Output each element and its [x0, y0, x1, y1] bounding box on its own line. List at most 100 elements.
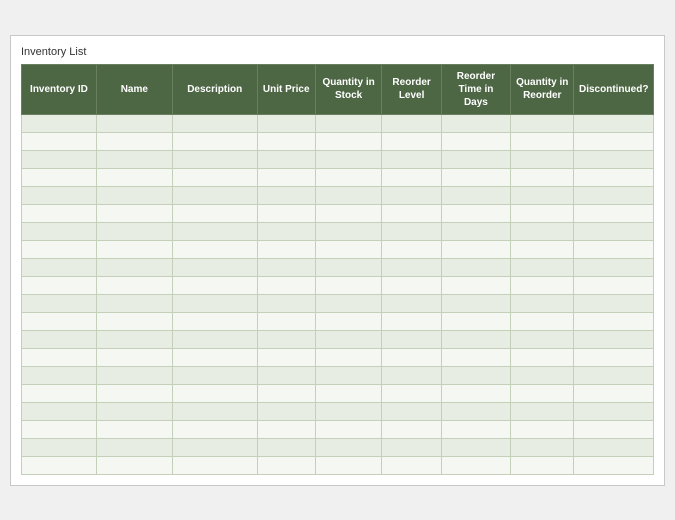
cell-qty-reorder [511, 168, 574, 186]
col-header-qty-reorder: Quantity in Reorder [511, 64, 574, 114]
table-row [22, 186, 654, 204]
cell-unit-price [257, 186, 315, 204]
cell-unit-price [257, 312, 315, 330]
cell-discontinued [574, 438, 654, 456]
table-row [22, 438, 654, 456]
cell-reorder-time [441, 240, 510, 258]
cell-discontinued [574, 222, 654, 240]
table-row [22, 384, 654, 402]
cell-unit-price [257, 420, 315, 438]
cell-inventory-id [22, 366, 97, 384]
table-row [22, 168, 654, 186]
cell-qty-reorder [511, 114, 574, 132]
cell-name [96, 150, 172, 168]
cell-inventory-id [22, 258, 97, 276]
table-row [22, 132, 654, 150]
cell-qty-stock [315, 456, 382, 474]
cell-description [172, 222, 257, 240]
table-row [22, 114, 654, 132]
cell-reorder-level [382, 132, 441, 150]
cell-inventory-id [22, 276, 97, 294]
cell-discontinued [574, 420, 654, 438]
cell-reorder-level [382, 114, 441, 132]
cell-reorder-time [441, 150, 510, 168]
cell-reorder-level [382, 186, 441, 204]
cell-name [96, 348, 172, 366]
table-row [22, 456, 654, 474]
cell-reorder-level [382, 420, 441, 438]
cell-qty-reorder [511, 348, 574, 366]
cell-reorder-level [382, 348, 441, 366]
cell-unit-price [257, 384, 315, 402]
cell-description [172, 132, 257, 150]
cell-inventory-id [22, 402, 97, 420]
cell-description [172, 150, 257, 168]
cell-qty-stock [315, 420, 382, 438]
cell-name [96, 114, 172, 132]
cell-inventory-id [22, 456, 97, 474]
cell-description [172, 240, 257, 258]
table-row [22, 366, 654, 384]
cell-discontinued [574, 186, 654, 204]
cell-discontinued [574, 240, 654, 258]
cell-qty-stock [315, 150, 382, 168]
cell-description [172, 402, 257, 420]
cell-inventory-id [22, 132, 97, 150]
cell-unit-price [257, 366, 315, 384]
cell-name [96, 132, 172, 150]
table-row [22, 330, 654, 348]
table-header-row: Inventory IDNameDescriptionUnit PriceQua… [22, 64, 654, 114]
cell-name [96, 420, 172, 438]
cell-name [96, 222, 172, 240]
cell-description [172, 348, 257, 366]
table-row [22, 348, 654, 366]
cell-name [96, 204, 172, 222]
cell-unit-price [257, 150, 315, 168]
cell-qty-reorder [511, 402, 574, 420]
cell-name [96, 186, 172, 204]
cell-inventory-id [22, 114, 97, 132]
inventory-table: Inventory IDNameDescriptionUnit PriceQua… [21, 64, 654, 475]
cell-description [172, 330, 257, 348]
col-header-discontinued: Discontinued? [574, 64, 654, 114]
cell-qty-reorder [511, 132, 574, 150]
cell-description [172, 294, 257, 312]
cell-description [172, 258, 257, 276]
cell-inventory-id [22, 204, 97, 222]
cell-inventory-id [22, 312, 97, 330]
cell-inventory-id [22, 240, 97, 258]
cell-description [172, 438, 257, 456]
cell-reorder-level [382, 456, 441, 474]
cell-description [172, 168, 257, 186]
col-header-inventory-id: Inventory ID [22, 64, 97, 114]
page-container: Inventory List Inventory IDNameDescripti… [10, 35, 665, 486]
cell-qty-reorder [511, 420, 574, 438]
cell-inventory-id [22, 420, 97, 438]
cell-reorder-level [382, 330, 441, 348]
cell-discontinued [574, 330, 654, 348]
cell-discontinued [574, 366, 654, 384]
cell-unit-price [257, 114, 315, 132]
cell-description [172, 366, 257, 384]
table-row [22, 402, 654, 420]
cell-inventory-id [22, 384, 97, 402]
cell-qty-reorder [511, 312, 574, 330]
cell-discontinued [574, 276, 654, 294]
cell-reorder-level [382, 438, 441, 456]
cell-reorder-level [382, 276, 441, 294]
cell-qty-stock [315, 258, 382, 276]
cell-qty-reorder [511, 276, 574, 294]
cell-reorder-time [441, 258, 510, 276]
cell-reorder-level [382, 294, 441, 312]
cell-discontinued [574, 384, 654, 402]
cell-discontinued [574, 132, 654, 150]
cell-unit-price [257, 438, 315, 456]
cell-inventory-id [22, 150, 97, 168]
cell-reorder-time [441, 384, 510, 402]
cell-qty-reorder [511, 294, 574, 312]
cell-reorder-time [441, 294, 510, 312]
cell-unit-price [257, 294, 315, 312]
cell-unit-price [257, 132, 315, 150]
cell-discontinued [574, 456, 654, 474]
cell-qty-reorder [511, 240, 574, 258]
